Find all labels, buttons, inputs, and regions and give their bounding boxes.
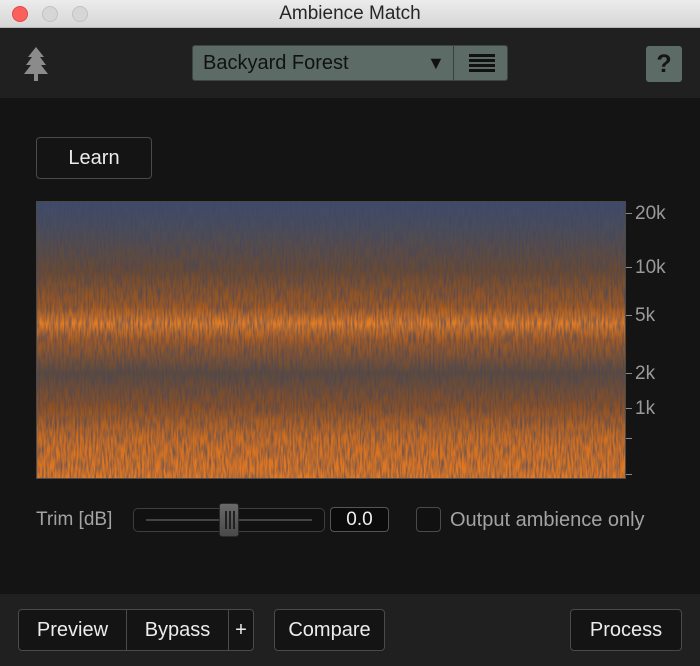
tree-icon: [24, 47, 48, 81]
footer-bar: Preview Bypass + Compare Process: [0, 594, 700, 666]
ambience-spectrogram: [36, 201, 626, 479]
output-ambience-only-label: Output ambience only: [450, 509, 645, 531]
output-ambience-only-checkbox[interactable]: [416, 507, 441, 532]
freq-label: 10k: [635, 257, 666, 278]
preview-bypass-group: Preview Bypass +: [18, 609, 254, 651]
freq-tick: [626, 373, 632, 374]
help-button[interactable]: ?: [646, 46, 682, 82]
compare-button[interactable]: Compare: [274, 609, 385, 651]
preview-button[interactable]: Preview: [19, 610, 127, 650]
learn-button[interactable]: Learn: [36, 137, 152, 179]
freq-label: 2k: [635, 363, 656, 384]
window-title: Ambience Match: [279, 3, 421, 24]
trim-slider-handle[interactable]: [219, 503, 239, 537]
preset-divider: [453, 46, 454, 80]
trim-value-field[interactable]: 0.0: [330, 507, 389, 532]
freq-tick: [626, 438, 632, 439]
plus-button[interactable]: +: [229, 610, 253, 650]
preset-selector[interactable]: Backyard Forest ▼: [192, 45, 508, 81]
plugin-header: Backyard Forest ▼ ?: [0, 28, 700, 98]
preset-name: Backyard Forest: [203, 52, 349, 74]
process-button[interactable]: Process: [570, 609, 682, 651]
freq-label: 1k: [635, 398, 656, 419]
trim-label: Trim [dB]: [36, 509, 113, 530]
freq-tick: [626, 315, 632, 316]
chevron-down-icon[interactable]: ▼: [427, 46, 445, 80]
freq-tick: [626, 267, 632, 268]
freq-tick: [626, 408, 632, 409]
list-icon[interactable]: [469, 54, 495, 72]
title-bar: Ambience Match: [0, 0, 700, 28]
freq-label: 20k: [635, 203, 666, 224]
trim-slider[interactable]: [133, 503, 325, 537]
freq-label: 5k: [635, 305, 656, 326]
freq-tick: [626, 474, 632, 475]
freq-tick: [626, 213, 632, 214]
bypass-button[interactable]: Bypass: [127, 610, 229, 650]
